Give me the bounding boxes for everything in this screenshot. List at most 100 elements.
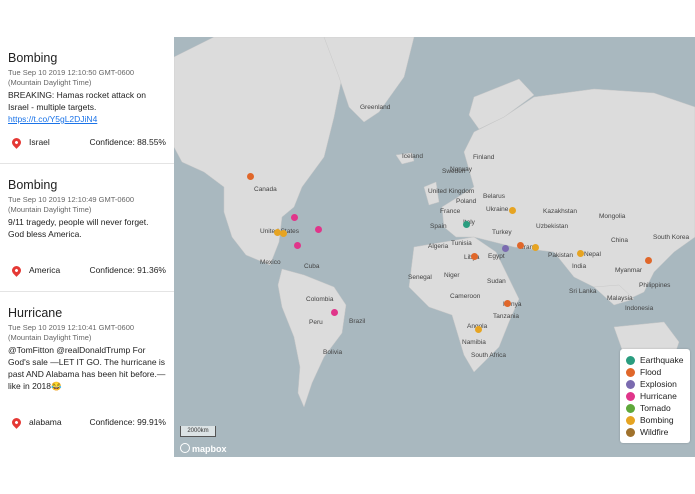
- event-marker[interactable]: [509, 207, 516, 214]
- legend-swatch: [626, 380, 635, 389]
- event-marker[interactable]: [247, 173, 254, 180]
- top-bar: [0, 0, 695, 37]
- map-label: Spain: [430, 223, 447, 230]
- map-label: Turkey: [492, 229, 512, 236]
- map-label: Namibia: [462, 339, 486, 346]
- event-confidence: Confidence: 88.55%: [89, 137, 166, 147]
- legend-label: Bombing: [640, 415, 674, 425]
- event-marker[interactable]: [475, 326, 482, 333]
- map-label: Nepal: [584, 251, 601, 258]
- legend-swatch: [626, 404, 635, 413]
- map-scale-bar: 2000km: [180, 426, 216, 437]
- legend-swatch: [626, 416, 635, 425]
- map-label: Pakistan: [548, 252, 573, 259]
- legend-label: Wildfire: [640, 427, 669, 437]
- map-label: Senegal: [408, 274, 432, 281]
- map-label: Bolivia: [323, 349, 343, 356]
- map-label: India: [572, 263, 587, 270]
- legend-label: Earthquake: [640, 355, 684, 365]
- mapbox-attribution-text: mapbox: [192, 444, 227, 454]
- event-text: BREAKING: Hamas rocket attack on Israel …: [8, 90, 146, 124]
- map-label: Uzbekistan: [536, 223, 569, 230]
- map-label: Sri Lanka: [569, 288, 597, 295]
- tweet-link[interactable]: https://t.co/Y5gL2DJiN4: [8, 114, 97, 124]
- map-label: France: [440, 208, 461, 215]
- map-label: Canada: [254, 186, 277, 193]
- event-marker[interactable]: [331, 309, 338, 316]
- event-confidence: Confidence: 91.36%: [89, 265, 166, 275]
- event-marker[interactable]: [471, 253, 478, 260]
- map-label: Greenland: [360, 104, 391, 111]
- map-label: Cuba: [304, 263, 320, 270]
- event-marker[interactable]: [645, 257, 652, 264]
- map-label: Norway: [450, 166, 473, 173]
- event-title: Bombing: [8, 51, 58, 65]
- event-title: Bombing: [8, 178, 58, 192]
- event-timestamp: Tue Sep 10 2019 12:10:50 GMT-0600 (Mount…: [8, 68, 135, 87]
- location-pin-icon: [10, 136, 23, 149]
- map-label: Egypt: [488, 253, 505, 260]
- event-text: @TomFitton @realDonaldTrump For God's sa…: [8, 345, 166, 391]
- map-label: Kazakhstan: [543, 208, 577, 215]
- map-label: Mexico: [260, 259, 281, 266]
- legend-label: Hurricane: [640, 391, 677, 401]
- map-label: China: [611, 237, 628, 244]
- event-feed-sidebar[interactable]: Bombing Tue Sep 10 2019 12:10:50 GMT-060…: [0, 37, 174, 457]
- map-label: Philippines: [639, 282, 671, 289]
- event-timestamp: Tue Sep 10 2019 12:10:49 GMT-0600 (Mount…: [8, 195, 135, 214]
- event-card[interactable]: Hurricane Tue Sep 10 2019 12:10:41 GMT-0…: [0, 292, 174, 442]
- event-marker[interactable]: [315, 226, 322, 233]
- event-card[interactable]: Bombing Tue Sep 10 2019 12:10:49 GMT-060…: [0, 164, 174, 292]
- event-location: America: [29, 265, 61, 275]
- legend-swatch: [626, 392, 635, 401]
- map-label: Mongolia: [599, 213, 626, 220]
- event-marker[interactable]: [463, 221, 470, 228]
- legend-swatch: [626, 356, 635, 365]
- legend-swatch: [626, 428, 635, 437]
- map-label: Indonesia: [625, 305, 654, 312]
- map-label: Brazil: [349, 318, 366, 325]
- location-pin-icon: [10, 416, 23, 429]
- event-marker[interactable]: [280, 230, 287, 237]
- bottom-bar: [0, 457, 695, 494]
- map-label: Tunisia: [451, 240, 472, 247]
- map-label: United Kingdom: [428, 188, 475, 195]
- map-label: South Korea: [653, 234, 690, 241]
- event-confidence: Confidence: 99.91%: [89, 417, 166, 427]
- event-location: alabama: [29, 417, 62, 427]
- event-marker[interactable]: [504, 300, 511, 307]
- world-map[interactable]: Greenland Iceland Sweden Finland Norway …: [174, 37, 695, 457]
- map-label: Ukraine: [486, 206, 509, 213]
- map-label: Malaysia: [607, 295, 633, 302]
- location-pin-icon: [10, 264, 23, 277]
- map-label: Colombia: [306, 296, 334, 303]
- map-label: Niger: [444, 272, 460, 279]
- map-label: Myanmar: [615, 267, 643, 274]
- event-marker[interactable]: [291, 214, 298, 221]
- map-label: Peru: [309, 319, 323, 326]
- map-label: Algeria: [428, 243, 449, 250]
- mapbox-attribution[interactable]: mapbox: [180, 443, 227, 454]
- map-label: Finland: [473, 154, 495, 161]
- map-label: Tanzania: [493, 313, 520, 320]
- event-marker[interactable]: [502, 245, 509, 252]
- event-type-legend: Earthquake Flood Explosion Hurricane Tor…: [620, 349, 690, 443]
- event-location: Israel: [29, 137, 50, 147]
- map-label: South Africa: [471, 352, 507, 359]
- legend-swatch: [626, 368, 635, 377]
- event-card[interactable]: Bombing Tue Sep 10 2019 12:10:50 GMT-060…: [0, 37, 174, 164]
- event-text: 9/11 tragedy, people will never forget. …: [8, 217, 149, 239]
- event-marker[interactable]: [294, 242, 301, 249]
- legend-label: Flood: [640, 367, 662, 377]
- event-marker[interactable]: [517, 242, 524, 249]
- event-marker[interactable]: [532, 244, 539, 251]
- map-label: Cameroon: [450, 293, 481, 300]
- legend-label: Tornado: [640, 403, 671, 413]
- map-label: Sudan: [487, 278, 506, 285]
- event-title: Hurricane: [8, 306, 63, 320]
- map-label: Poland: [456, 198, 477, 205]
- mapbox-logo-icon: [180, 443, 190, 453]
- event-timestamp: Tue Sep 10 2019 12:10:41 GMT-0600 (Mount…: [8, 323, 135, 342]
- map-label: Iceland: [402, 153, 423, 160]
- event-marker[interactable]: [577, 250, 584, 257]
